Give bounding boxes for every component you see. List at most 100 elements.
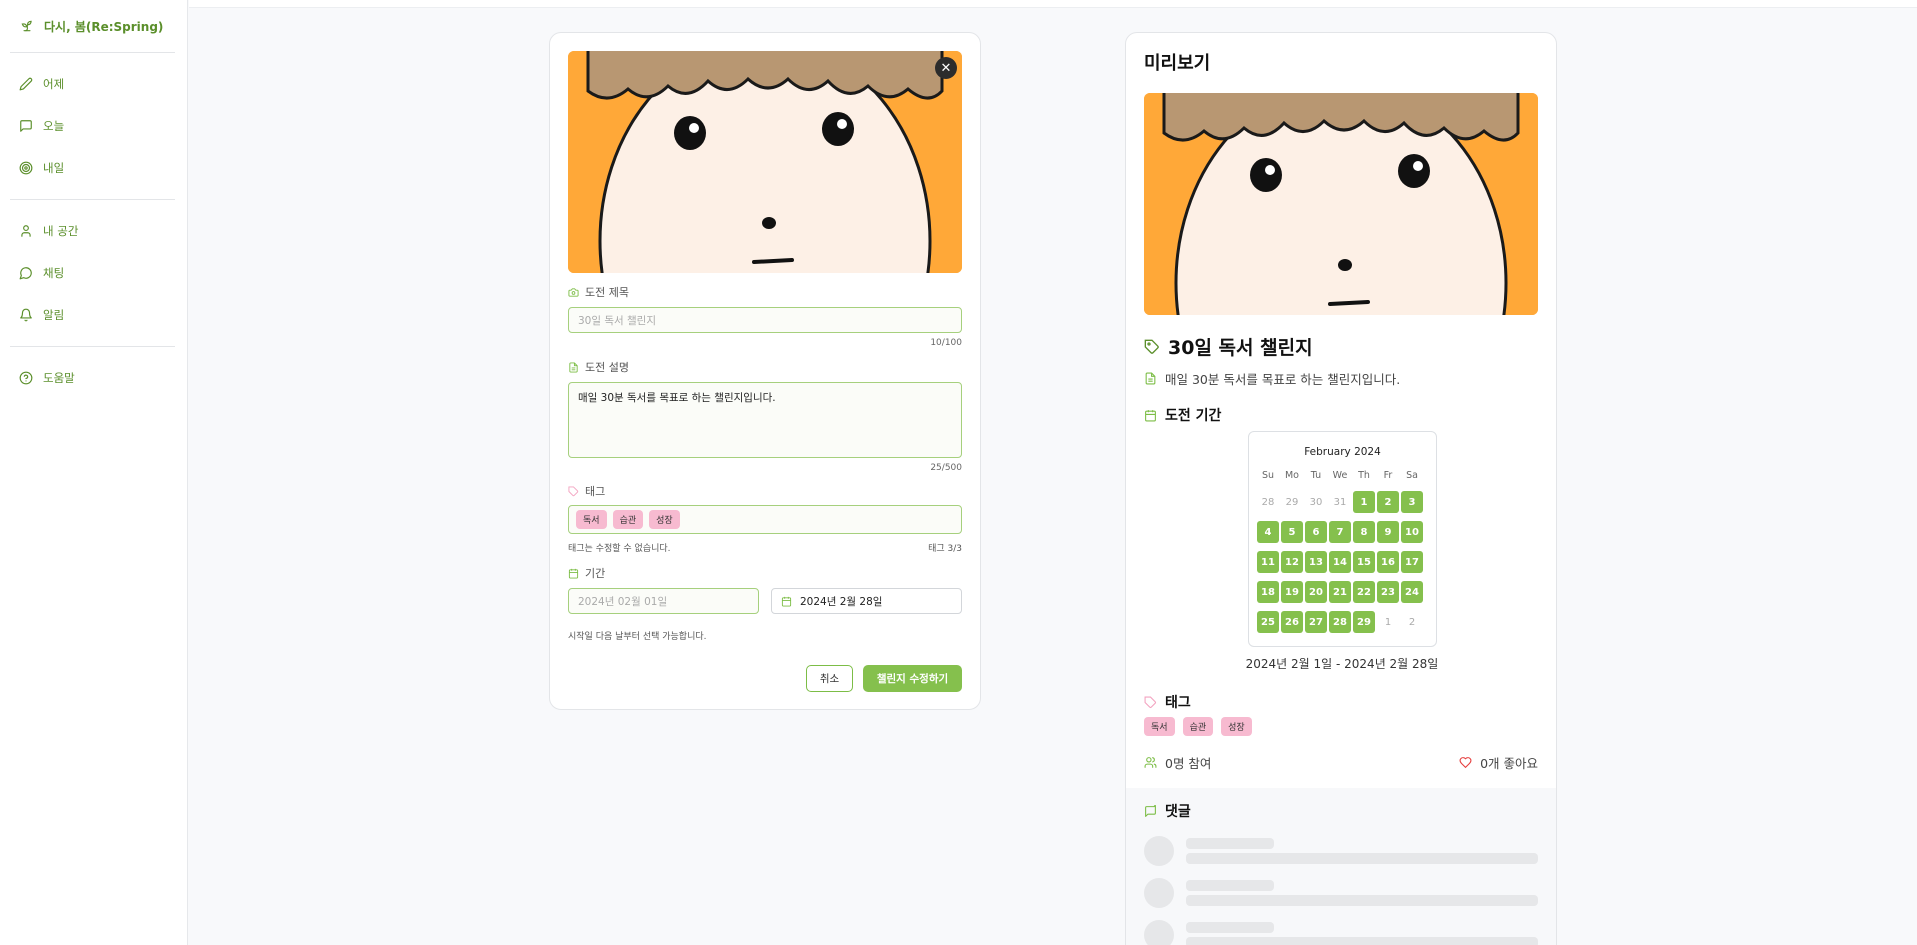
calendar-weekday: Mo [1284, 470, 1299, 481]
calendar-day-selected[interactable]: 24 [1401, 581, 1423, 603]
preview-period-heading-text: 도전 기간 [1165, 408, 1222, 424]
sidebar-item-notifications[interactable]: 알림 [0, 294, 187, 336]
sidebar-item-help[interactable]: 도움말 [0, 357, 187, 399]
calendar-day-selected[interactable]: 17 [1401, 551, 1423, 573]
calendar-weekday: Fr [1383, 470, 1393, 481]
brand-name: 다시, 봄(Re:Spring) [44, 19, 164, 34]
user-icon [21, 225, 31, 237]
calendar-day-outside[interactable]: 28 [1257, 491, 1279, 513]
calendar-weekday: Tu [1310, 470, 1322, 481]
sprout-icon [21, 20, 32, 32]
calendar-day-selected[interactable]: 14 [1329, 551, 1351, 573]
description-label: 도전 설명 [568, 359, 629, 375]
message-square-icon [1145, 804, 1156, 817]
title-input[interactable]: 30일 독서 챌린지 [568, 307, 962, 333]
calendar-day-selected[interactable]: 13 [1305, 551, 1327, 573]
calendar: February 2024 Su Mo Tu We Th Fr Sa 28 29 30 31 1 2 3 4… [1248, 431, 1437, 647]
preview-tags-heading: 태그 [1144, 692, 1191, 712]
calendar-day-selected[interactable]: 12 [1281, 551, 1303, 573]
description-textarea[interactable]: 매일 30분 독서를 목표로 하는 챌린지입니다. [568, 382, 962, 458]
calendar-day-outside[interactable]: 1 [1377, 611, 1399, 633]
sidebar-item-label: 내 공간 [43, 224, 79, 238]
calendar-icon [568, 568, 579, 579]
calendar-day-selected[interactable]: 4 [1257, 521, 1279, 543]
calendar-day-selected[interactable]: 11 [1257, 551, 1279, 573]
sidebar-item-tomorrow[interactable]: 내일 [0, 147, 187, 189]
calendar-day-selected[interactable]: 10 [1401, 521, 1423, 543]
description-label-text: 도전 설명 [585, 361, 629, 374]
target-icon [19, 161, 33, 175]
comment-skeleton-line [1186, 895, 1538, 906]
calendar-day-selected[interactable]: 26 [1281, 611, 1303, 633]
start-date-input[interactable]: 2024년 02월 01일 [568, 588, 759, 614]
brand[interactable]: 다시, 봄(Re:Spring) [0, 0, 187, 52]
calendar-day-selected[interactable]: 2 [1377, 491, 1399, 513]
sidebar-item-my-space[interactable]: 내 공간 [0, 210, 187, 252]
challenge-edit-form: ✕ 도전 제목 30일 독서 챌린지 10/100 도전 설명 매일 30분 독… [549, 32, 981, 710]
title-label-text: 도전 제목 [585, 286, 629, 299]
tag-icon [1144, 339, 1159, 354]
close-icon: ✕ [940, 60, 952, 76]
calendar-day-selected[interactable]: 25 [1257, 611, 1279, 633]
preview-title-text: 30일 독서 챌린지 [1168, 337, 1313, 359]
calendar-day-selected[interactable]: 16 [1377, 551, 1399, 573]
tags-input[interactable]: 독서 습관 성장 [568, 505, 962, 534]
comment-skeleton-avatar [1144, 836, 1174, 866]
calendar-day-outside[interactable]: 29 [1281, 491, 1303, 513]
calendar-icon [1145, 409, 1156, 421]
calendar-day-selected[interactable]: 6 [1305, 521, 1327, 543]
likes-text: 0개 좋아요 [1480, 756, 1538, 771]
like-button[interactable]: 0개 좋아요 [1459, 753, 1538, 772]
help-circle-icon [19, 371, 33, 385]
tag-chip: 성장 [1221, 717, 1252, 736]
calendar-day-selected[interactable]: 23 [1377, 581, 1399, 603]
bell-icon [20, 308, 32, 322]
calendar-day-selected[interactable]: 22 [1353, 581, 1375, 603]
start-date-placeholder: 2024년 02월 01일 [578, 595, 668, 608]
calendar-day-selected[interactable]: 20 [1305, 581, 1327, 603]
calendar-day-selected[interactable]: 29 [1353, 611, 1375, 633]
tags-hint: 태그는 수정할 수 없습니다. [568, 544, 671, 554]
sidebar-item-label: 내일 [43, 161, 65, 175]
tag-icon [1144, 696, 1156, 708]
calendar-day-selected[interactable]: 7 [1329, 521, 1351, 543]
challenge-image: ✕ [568, 51, 962, 273]
users-icon [1144, 757, 1157, 768]
calendar-day-selected[interactable]: 5 [1281, 521, 1303, 543]
sidebar-item-label: 알림 [43, 308, 65, 322]
sidebar-item-chat[interactable]: 채팅 [0, 252, 187, 294]
calendar-day-selected[interactable]: 18 [1257, 581, 1279, 603]
calendar-day-selected[interactable]: 8 [1353, 521, 1375, 543]
calendar-day-selected[interactable]: 27 [1305, 611, 1327, 633]
participants-text: 0명 참여 [1165, 756, 1212, 771]
calendar-day-selected[interactable]: 3 [1401, 491, 1423, 513]
calendar-day-selected[interactable]: 19 [1281, 581, 1303, 603]
calendar-day-outside[interactable]: 2 [1401, 611, 1423, 633]
tags-label: 태그 [568, 483, 605, 499]
end-date-value: 2024년 2월 28일 [800, 595, 883, 608]
end-date-input[interactable]: 2024년 2월 28일 [771, 588, 962, 614]
calendar-day-outside[interactable]: 30 [1305, 491, 1327, 513]
preview-tag-list: 독서 습관 성장 [1144, 717, 1252, 736]
cartoon-face-image [1144, 93, 1538, 315]
tag-chip: 성장 [649, 510, 680, 529]
sidebar-item-today[interactable]: 오늘 [0, 105, 187, 147]
title-counter: 10/100 [930, 338, 962, 348]
preview-period-heading: 도전 기간 [1144, 405, 1221, 425]
submit-edit-button[interactable]: 챌린지 수정하기 [863, 665, 962, 692]
tag-icon [568, 485, 579, 496]
preview-title: 30일 독서 챌린지 [1144, 333, 1313, 360]
remove-image-button[interactable]: ✕ [935, 57, 957, 79]
cancel-button[interactable]: 취소 [806, 665, 853, 692]
calendar-day-selected[interactable]: 21 [1329, 581, 1351, 603]
sidebar-item-yesterday[interactable]: 어제 [0, 63, 187, 105]
comment-skeleton-line [1186, 838, 1274, 849]
calendar-day-selected[interactable]: 1 [1353, 491, 1375, 513]
calendar-day-selected[interactable]: 15 [1353, 551, 1375, 573]
comments-heading-text: 댓글 [1165, 804, 1191, 820]
calendar-day-selected[interactable]: 28 [1329, 611, 1351, 633]
calendar-day-selected[interactable]: 9 [1377, 521, 1399, 543]
nav-group-help: 도움말 [0, 347, 187, 409]
message-circle-icon [19, 267, 32, 280]
calendar-day-outside[interactable]: 31 [1329, 491, 1351, 513]
